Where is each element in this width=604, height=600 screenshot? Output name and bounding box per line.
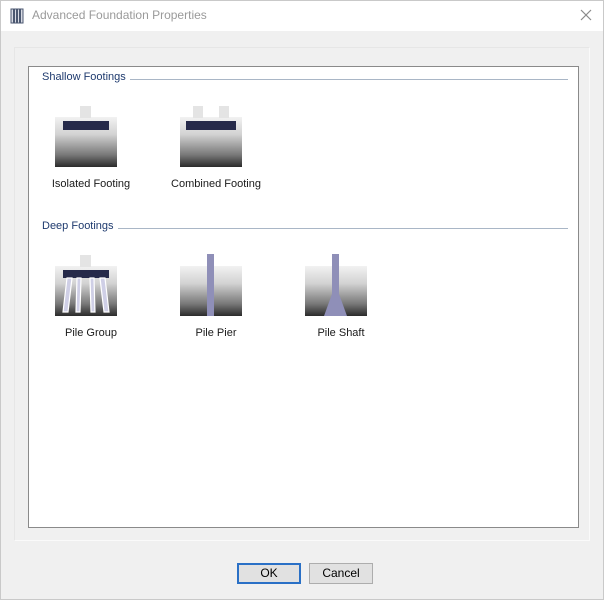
tile-label: Pile Pier bbox=[195, 327, 237, 339]
title-bar: Advanced Foundation Properties bbox=[1, 1, 603, 31]
tile-label: Pile Shaft bbox=[317, 327, 365, 339]
tile-label: Combined Footing bbox=[171, 178, 261, 190]
deep-footings-header: Deep Footings bbox=[42, 220, 568, 236]
group-label: Deep Footings bbox=[42, 220, 118, 232]
cancel-button[interactable]: Cancel bbox=[309, 563, 373, 584]
combined-footing-icon bbox=[180, 106, 242, 167]
ok-button[interactable]: OK bbox=[237, 563, 301, 584]
app-icon bbox=[10, 8, 24, 24]
isolated-footing-option[interactable]: Isolated Footing bbox=[35, 105, 147, 197]
isolated-footing-icon bbox=[55, 106, 117, 167]
pile-pier-option[interactable]: Pile Pier bbox=[160, 254, 272, 346]
tile-label: Pile Group bbox=[65, 327, 117, 339]
dialog-window: Advanced Foundation Properties Shallow F… bbox=[0, 0, 604, 600]
tile-label: Isolated Footing bbox=[51, 178, 131, 190]
pile-group-option[interactable]: Pile Group bbox=[35, 254, 147, 346]
divider bbox=[42, 228, 568, 229]
close-button[interactable] bbox=[575, 4, 597, 26]
combined-footing-option[interactable]: Combined Footing bbox=[160, 105, 272, 197]
pile-shaft-option[interactable]: Pile Shaft bbox=[285, 254, 397, 346]
group-label: Shallow Footings bbox=[42, 71, 130, 83]
pile-shaft-icon bbox=[305, 254, 367, 316]
pile-pier-icon bbox=[180, 254, 242, 316]
pile-group-icon bbox=[55, 255, 117, 316]
shallow-footings-header: Shallow Footings bbox=[42, 71, 568, 87]
footing-type-panel: Shallow Footings Isolated Footing Combin… bbox=[28, 66, 579, 528]
window-title: Advanced Foundation Properties bbox=[32, 8, 207, 22]
close-icon bbox=[580, 9, 592, 21]
